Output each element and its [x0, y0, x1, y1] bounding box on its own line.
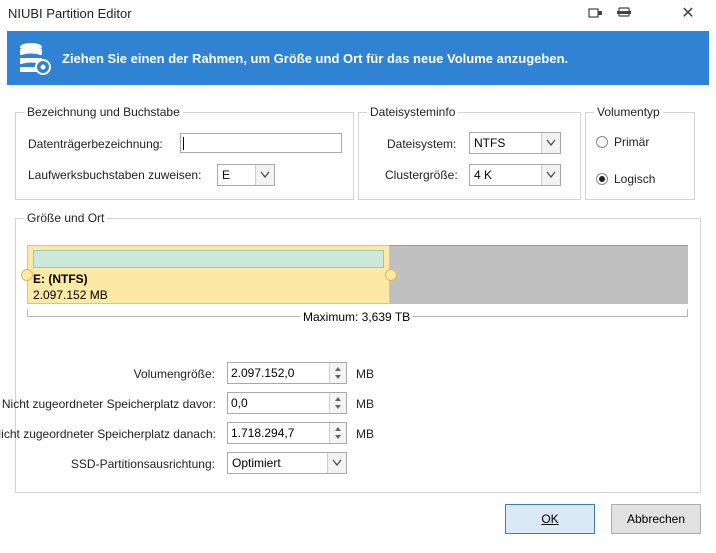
label-letter-group [15, 112, 354, 200]
volume-label-caption: Datenträgerbezeichnung: [28, 137, 163, 151]
ssd-alignment-select[interactable]: Optimiert [227, 452, 347, 474]
volume-type-group-title: Volumentyp [594, 105, 663, 119]
volume-type-group [585, 112, 695, 200]
chevron-down-icon[interactable] [541, 133, 560, 153]
after-caption-clip: Nicht zugeordneter Speicherplatz danach: [0, 420, 216, 442]
filesystem-select[interactable]: NTFS [469, 132, 561, 154]
after-space-unit: MB [356, 427, 374, 441]
filesystem-value: NTFS [474, 136, 506, 150]
primary-radio[interactable] [596, 136, 608, 148]
filesystem-group-title: Dateisysteminfo [367, 105, 459, 119]
chevron-down-icon[interactable] [327, 453, 346, 473]
volume-label-input[interactable] [180, 133, 342, 153]
left-resize-handle[interactable] [21, 269, 33, 281]
cancel-button[interactable]: Abbrechen [611, 504, 701, 534]
before-space-stepper[interactable]: 0,0 [227, 392, 347, 414]
partition-name: E: (NTFS) [33, 272, 88, 286]
window-title: NIUBI Partition Editor [8, 6, 132, 21]
instruction-banner: Ziehen Sie einen der Rahmen, um Größe un… [7, 31, 709, 85]
logical-radio-label[interactable]: Logisch [614, 172, 655, 186]
primary-radio-label[interactable]: Primär [614, 135, 649, 149]
cluster-value: 4 K [474, 168, 493, 182]
ok-button[interactable]: OK [505, 504, 595, 534]
volume-size-value: 2.097.152,0 [231, 366, 295, 380]
right-resize-handle[interactable] [385, 269, 397, 281]
title-bar: NIUBI Partition Editor ✕ [0, 0, 716, 28]
size-location-group-title: Größe und Ort [24, 211, 108, 225]
maximum-label: Maximum: 3,639 TB [300, 310, 414, 324]
drive-letter-value: E [222, 168, 231, 182]
volume-size-unit: MB [356, 367, 374, 381]
before-caption-clip: Nicht zugeordneter Speicherplatz davor: [0, 390, 216, 412]
filesystem-caption: Dateisystem: [387, 137, 457, 151]
before-caption: Nicht zugeordneter Speicherplatz davor: [1, 397, 216, 411]
disk-layout-bar: E: (NTFS) 2.097.152 MB [21, 245, 688, 304]
drive-letter-caption: Laufwerksbuchstaben zuweisen: [28, 168, 202, 182]
partition-size: 2.097.152 MB [33, 288, 108, 302]
ssd-alignment-value: Optimiert [232, 456, 281, 470]
volume-size-caption: Volumengröße: [133, 367, 215, 381]
volume-size-stepper[interactable]: 2.097.152,0 [227, 362, 347, 384]
banner-text: Ziehen Sie einen der Rahmen, um Größe un… [62, 51, 569, 66]
cluster-caption: Clustergröße: [385, 168, 458, 182]
label-letter-group-title: Bezeichnung und Buchstabe [24, 105, 183, 119]
cancel-button-label: Abbrechen [626, 512, 686, 526]
chevron-down-icon[interactable] [255, 165, 274, 185]
before-space-unit: MB [356, 397, 374, 411]
chevron-down-icon[interactable] [541, 165, 560, 185]
text-cursor [183, 137, 184, 150]
close-button[interactable]: ✕ [668, 4, 708, 24]
database-settings-icon [19, 41, 51, 75]
spin-arrows-icon[interactable] [329, 423, 346, 443]
ok-button-label: OK [541, 512, 559, 526]
spin-arrows-icon[interactable] [329, 393, 346, 413]
cluster-select[interactable]: 4 K [469, 164, 561, 186]
filesystem-group [358, 112, 581, 200]
after-caption: Nicht zugeordneter Speicherplatz danach: [0, 427, 216, 441]
ssd-alignment-caption: SSD-Partitionsausrichtung: [70, 457, 215, 471]
partition-block[interactable]: E: (NTFS) 2.097.152 MB [27, 245, 390, 304]
partition-usage-bar [33, 250, 384, 268]
logical-radio[interactable] [596, 173, 608, 185]
drive-letter-select[interactable]: E [217, 164, 275, 186]
settings-icon[interactable] [616, 6, 632, 20]
pin-icon[interactable] [588, 6, 604, 20]
spin-arrows-icon[interactable] [329, 363, 346, 383]
after-space-stepper[interactable]: 1.718.294,7 [227, 422, 347, 444]
after-space-value: 1.718.294,7 [231, 426, 295, 440]
before-space-value: 0,0 [231, 396, 248, 410]
